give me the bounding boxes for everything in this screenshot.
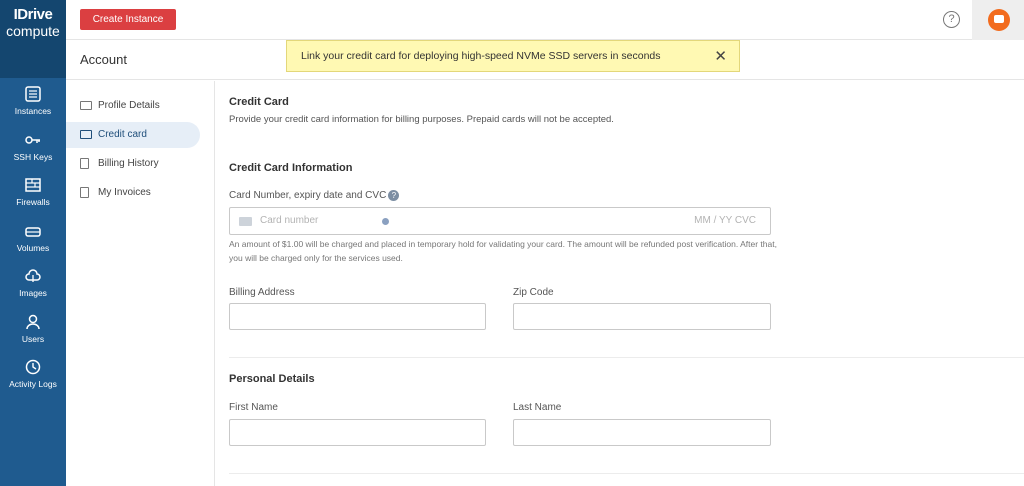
create-instance-button[interactable]: Create Instance	[80, 9, 176, 30]
question-icon[interactable]: ?	[388, 190, 400, 201]
banner-text: Link your credit card for deploying high…	[301, 50, 661, 62]
sidebar-item-label: Images	[19, 288, 47, 299]
card-field-label: Card Number, expiry date and CVC?	[229, 190, 400, 202]
sidebar-item-label: Instances	[14, 106, 52, 117]
account-subnav: Profile Details Credit card Billing Hist…	[66, 81, 215, 486]
card-number-field[interactable]: Card number MM / YY CVC	[229, 207, 771, 235]
avatar[interactable]	[988, 9, 1010, 31]
billing-icon	[80, 158, 89, 169]
user-icon	[26, 314, 40, 329]
billing-address-input[interactable]	[229, 303, 486, 330]
sidebar-item-label: Activity Logs	[9, 379, 57, 390]
card-info-title: Credit Card Information	[229, 162, 353, 174]
sidebar-item-firewalls[interactable]: Firewalls	[0, 169, 66, 215]
sidebar-item-label: Volumes	[16, 242, 50, 253]
history-icon	[25, 360, 41, 375]
last-name-input[interactable]	[513, 419, 771, 446]
subnav-item-credit-card[interactable]: Credit card	[66, 122, 200, 148]
subnav-label: My Invoices	[98, 187, 151, 198]
section-divider	[229, 357, 1024, 358]
zip-code-input[interactable]	[513, 303, 771, 330]
sidebar-item-users[interactable]: Users	[0, 306, 66, 352]
credit-card-title: Credit Card	[229, 96, 289, 108]
firewall-icon	[25, 178, 41, 192]
notification-banner: Link your credit card for deploying high…	[286, 40, 740, 72]
subnav-item-profile-details[interactable]: Profile Details	[66, 93, 200, 119]
sidebar: IDrive compute Instances SSH Keys Firewa…	[0, 0, 66, 486]
sidebar-item-label: Firewalls	[16, 197, 50, 208]
credit-card-icon	[80, 130, 92, 139]
last-name-label: Last Name	[513, 402, 562, 413]
personal-details-title: Personal Details	[229, 373, 315, 385]
sidebar-item-label: SSH Keys	[13, 151, 53, 162]
profile-card-icon	[80, 101, 92, 110]
sidebar-item-activity-logs[interactable]: Activity Logs	[0, 351, 66, 397]
subnav-item-billing-history[interactable]: Billing History	[66, 151, 200, 177]
first-name-label: First Name	[229, 402, 278, 413]
instances-icon	[25, 86, 41, 102]
sidebar-item-ssh-keys[interactable]: SSH Keys	[0, 124, 66, 170]
card-brand-icon	[382, 218, 389, 225]
sidebar-item-instances[interactable]: Instances	[0, 78, 66, 124]
expiry-cvc-placeholder: MM / YY CVC	[694, 215, 756, 226]
subnav-label: Billing History	[98, 158, 159, 169]
card-label-text: Card Number, expiry date and CVC	[229, 190, 387, 202]
subnav-label: Profile Details	[98, 100, 160, 111]
key-icon	[25, 136, 40, 144]
brand-line1: IDrive	[13, 6, 53, 23]
page-title: Account	[80, 52, 127, 67]
sidebar-item-label: Users	[21, 333, 45, 344]
sidebar-item-images[interactable]: Images	[0, 260, 66, 306]
brand-line2: compute	[6, 23, 60, 39]
zip-code-label: Zip Code	[513, 287, 554, 298]
section-divider	[229, 473, 1024, 474]
brand-logo[interactable]: IDrive compute	[0, 0, 66, 78]
sidebar-item-volumes[interactable]: Volumes	[0, 215, 66, 261]
volume-icon	[25, 227, 41, 237]
help-icon[interactable]: ?	[943, 11, 960, 28]
credit-card-icon	[239, 217, 252, 226]
close-icon[interactable]: ✕	[714, 47, 727, 65]
subnav-label: Credit card	[98, 129, 147, 140]
card-number-placeholder: Card number	[260, 215, 319, 226]
billing-address-label: Billing Address	[229, 287, 295, 298]
card-hold-hint: An amount of $1.00 will be charged and p…	[229, 239, 777, 263]
topbar: Create Instance ?	[66, 0, 1024, 40]
subnav-item-my-invoices[interactable]: My Invoices	[66, 180, 200, 206]
credit-card-description: Provide your credit card information for…	[229, 114, 614, 125]
first-name-input[interactable]	[229, 419, 486, 446]
avatar-area[interactable]	[972, 0, 1024, 40]
cloud-upload-icon	[25, 269, 41, 283]
invoice-icon	[80, 187, 89, 198]
